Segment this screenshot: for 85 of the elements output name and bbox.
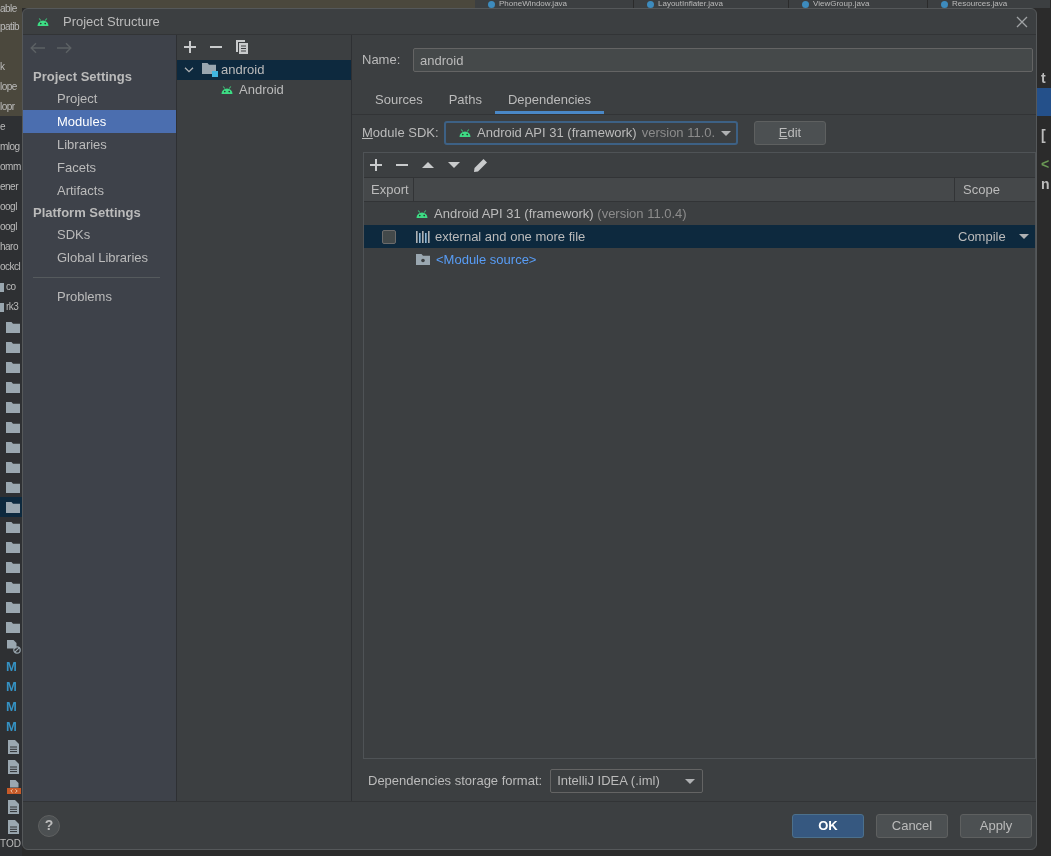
folder-icon bbox=[6, 501, 20, 513]
scope-dropdown[interactable]: Compile bbox=[955, 225, 1035, 248]
chevron-down-icon[interactable] bbox=[184, 67, 194, 73]
tree-item[interactable]: k bbox=[0, 61, 5, 73]
section-header: Platform Settings bbox=[32, 203, 142, 222]
tree-item[interactable]: omm bbox=[0, 161, 21, 173]
name-field[interactable]: android bbox=[413, 48, 1033, 72]
folder-icon bbox=[202, 63, 218, 77]
triangle-down-icon[interactable] bbox=[448, 162, 460, 168]
module-source-link[interactable]: <Module source> bbox=[436, 249, 537, 270]
android-icon bbox=[37, 17, 49, 26]
selection-highlight bbox=[1037, 88, 1051, 116]
plus-icon[interactable] bbox=[370, 159, 382, 171]
sidebar-item[interactable]: SDKs bbox=[23, 223, 176, 246]
tree-item[interactable]: oogl bbox=[0, 221, 17, 233]
close-icon[interactable] bbox=[1016, 15, 1028, 28]
tree-item[interactable]: able bbox=[0, 2, 17, 15]
editor-text: t bbox=[1041, 70, 1046, 86]
markdown-icon: M bbox=[6, 660, 17, 674]
pencil-icon[interactable] bbox=[474, 158, 487, 172]
caret-down-icon bbox=[685, 778, 696, 784]
tree-item-label[interactable]: android bbox=[221, 60, 265, 80]
tree-item[interactable]: haro bbox=[0, 241, 18, 253]
tree-item-label[interactable]: Android bbox=[239, 80, 284, 100]
sdk-dropdown[interactable]: Android API 31 (framework) version 11.0. bbox=[444, 121, 738, 145]
column-header[interactable]: Scope bbox=[963, 179, 1000, 200]
android-icon bbox=[416, 209, 428, 218]
sidebar-item[interactable]: Libraries bbox=[23, 133, 176, 156]
class-icon bbox=[941, 0, 948, 8]
dialog-button[interactable]: OK bbox=[792, 813, 864, 838]
field-label: Name: bbox=[362, 51, 402, 70]
sidebar-item[interactable]: Problems bbox=[23, 285, 176, 308]
section-header: Project Settings bbox=[32, 67, 133, 86]
class-icon bbox=[802, 0, 809, 8]
caret-down-icon bbox=[1019, 234, 1029, 239]
tree-item[interactable]: mlog bbox=[0, 141, 20, 153]
android-icon bbox=[459, 129, 471, 137]
tree-item[interactable]: patib bbox=[0, 21, 20, 33]
dependency-row[interactable]: external and one more file Compile bbox=[364, 225, 1035, 248]
class-icon bbox=[647, 0, 654, 8]
sidebar-item[interactable]: Project bbox=[23, 87, 176, 110]
tree-row[interactable] bbox=[0, 497, 22, 517]
edit-button[interactable]: Edit bbox=[754, 121, 826, 145]
dependency-name[interactable]: Android API 31 (framework) (version 11.0.4) bbox=[434, 203, 687, 224]
column-header[interactable]: Export bbox=[371, 179, 409, 200]
sidebar-item[interactable]: Artifacts bbox=[23, 179, 176, 202]
help-button[interactable]: ? bbox=[38, 814, 60, 837]
editor-text: n bbox=[1041, 176, 1050, 192]
sidebar-item[interactable]: Global Libraries bbox=[23, 246, 176, 269]
tree-item[interactable]: oogl bbox=[0, 201, 17, 213]
markdown-icon: M bbox=[6, 700, 17, 714]
tree-item[interactable]: co bbox=[6, 281, 16, 293]
tree-item[interactable]: ockcl bbox=[0, 261, 21, 273]
copy-icon[interactable] bbox=[236, 40, 248, 54]
plus-icon[interactable] bbox=[184, 41, 196, 53]
triangle-up-icon[interactable] bbox=[422, 162, 434, 168]
tree-item[interactable]: rk3 bbox=[6, 301, 19, 313]
markdown-icon: M bbox=[6, 680, 17, 694]
tree-item[interactable]: e bbox=[0, 121, 6, 133]
library-icon bbox=[416, 230, 430, 243]
checkbox[interactable] bbox=[382, 229, 396, 244]
tree-item[interactable]: ener bbox=[0, 181, 18, 193]
sidebar-item[interactable]: Facets bbox=[23, 156, 176, 179]
storage-format-dropdown[interactable]: IntelliJ IDEA (.iml) bbox=[550, 769, 704, 793]
status-bar-text[interactable]: TOD bbox=[0, 838, 21, 849]
field-label: Module SDK: bbox=[362, 124, 440, 143]
tree-row[interactable]: android bbox=[177, 60, 351, 80]
markdown-icon: M bbox=[6, 720, 17, 734]
caret-down-icon bbox=[721, 130, 731, 136]
tab[interactable]: Paths bbox=[435, 86, 495, 114]
folder-icon bbox=[416, 254, 430, 265]
dialog-button[interactable]: Apply bbox=[960, 813, 1032, 838]
tab[interactable]: Dependencies bbox=[494, 86, 605, 114]
window-title: Project Structure bbox=[63, 12, 160, 31]
dialog-button[interactable]: Cancel bbox=[876, 813, 948, 838]
class-icon bbox=[488, 0, 495, 8]
tree-item[interactable]: lope bbox=[0, 81, 17, 93]
tab[interactable]: Sources bbox=[362, 86, 436, 114]
dependency-name[interactable]: external and one more file bbox=[435, 226, 586, 247]
editor-text: < bbox=[1041, 156, 1050, 172]
android-icon bbox=[221, 86, 233, 94]
editor-text: [ bbox=[1041, 127, 1046, 143]
tree-item[interactable]: lopr bbox=[0, 101, 15, 113]
sidebar-item[interactable]: Modules bbox=[23, 110, 176, 133]
field-label: Dependencies storage format: bbox=[368, 772, 543, 791]
